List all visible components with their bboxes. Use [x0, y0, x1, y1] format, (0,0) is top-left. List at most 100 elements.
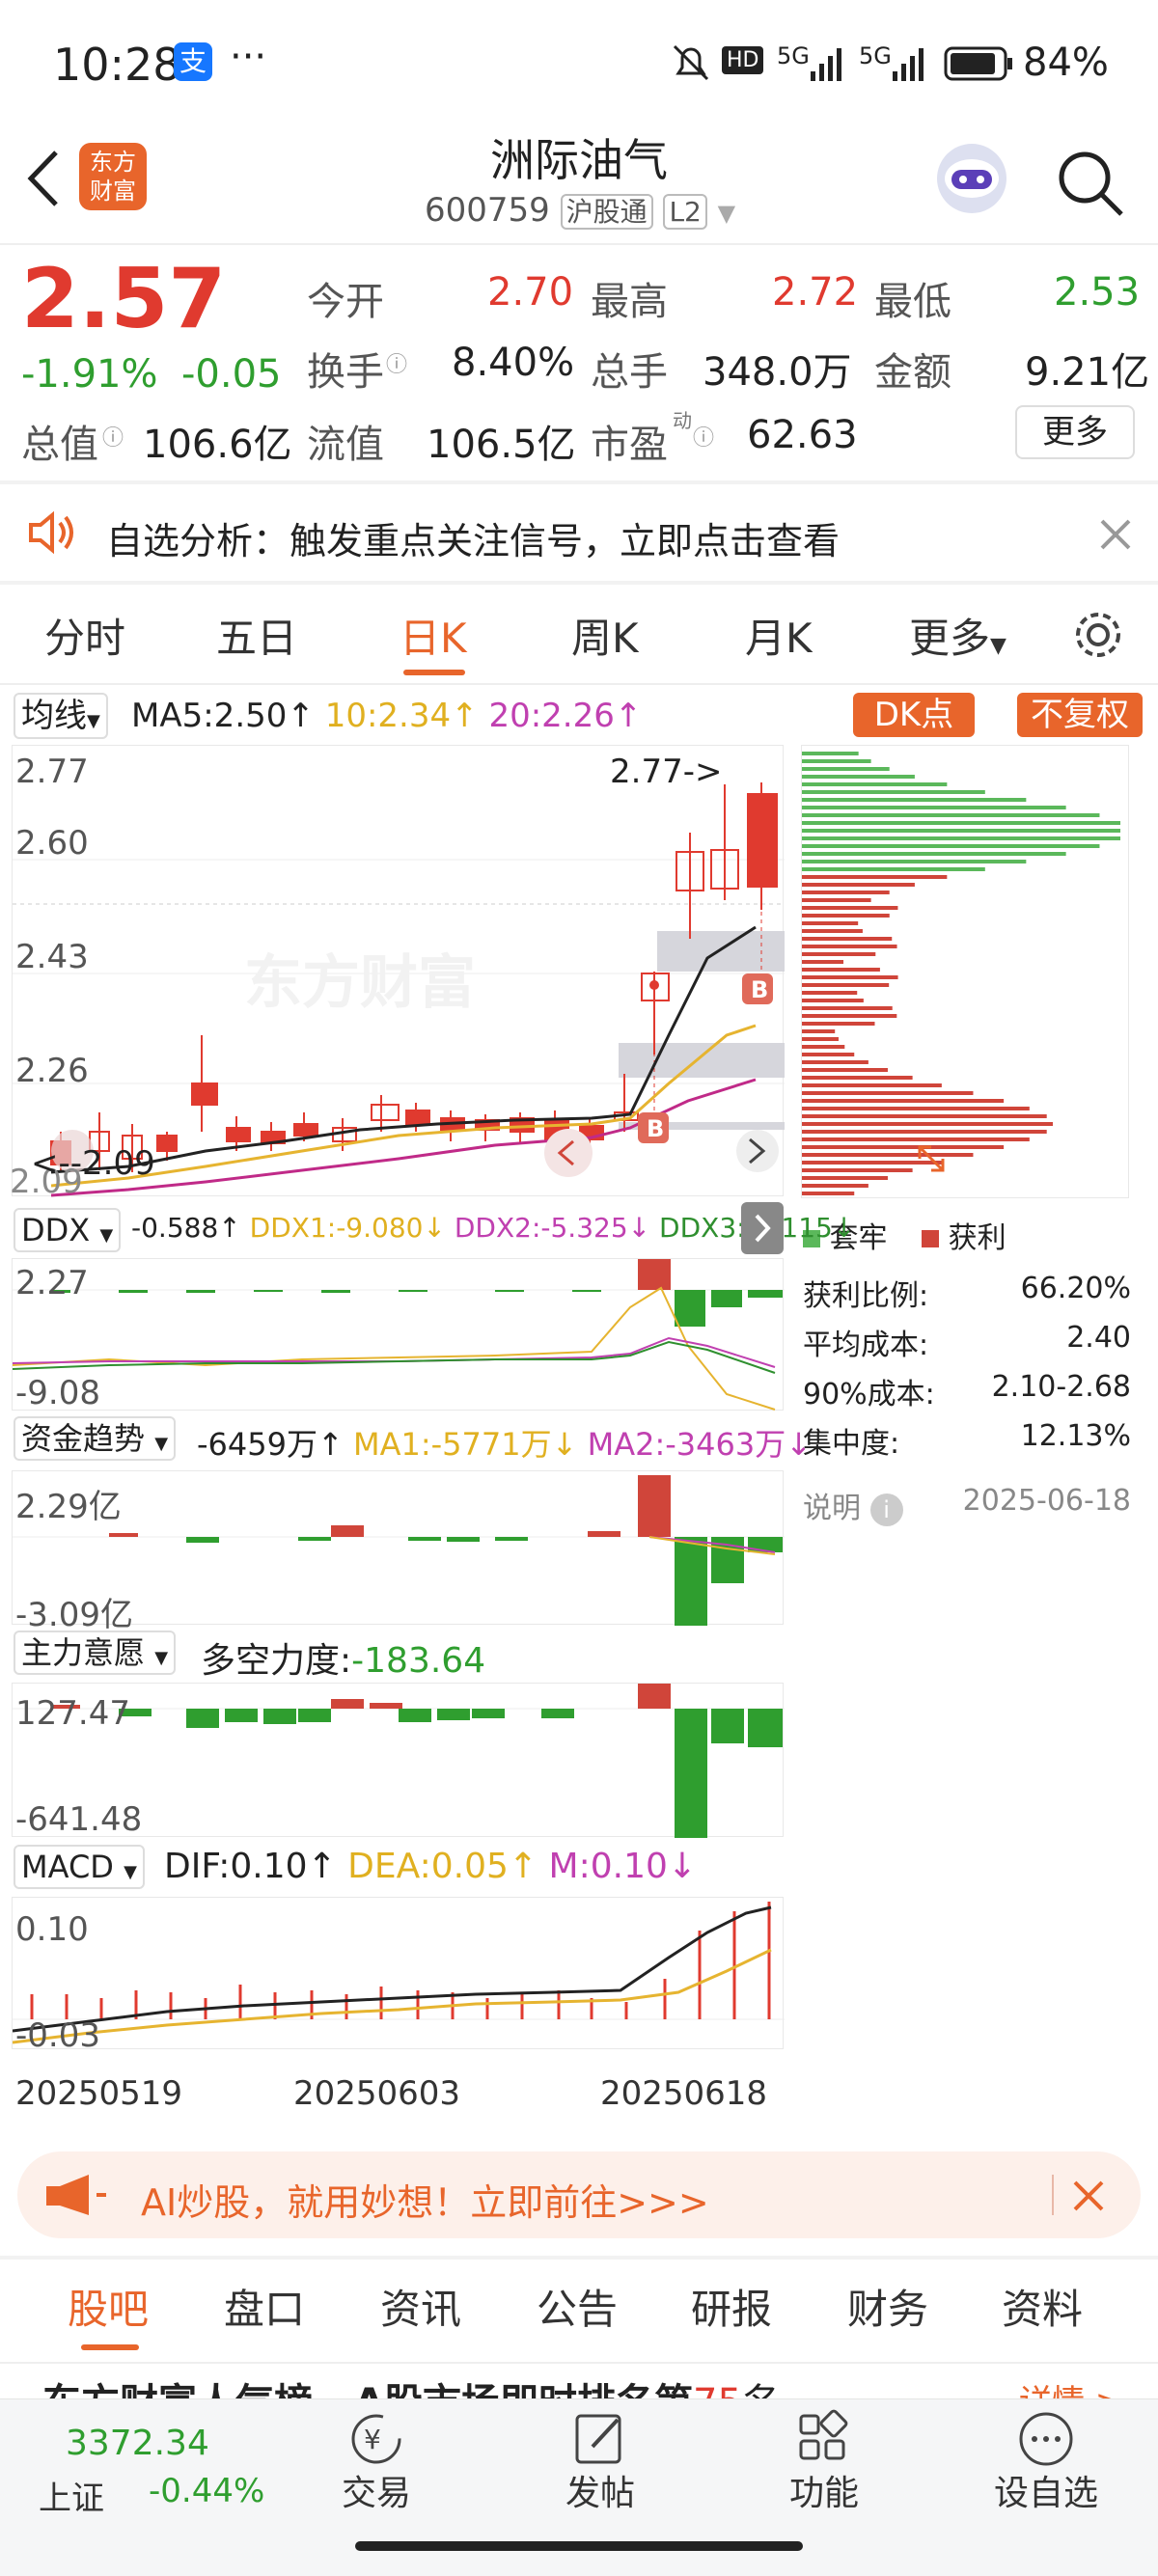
tab-post[interactable]: 发帖: [533, 2465, 668, 2515]
macd-dea: DEA:0.05: [347, 1847, 509, 1886]
main-force-selector[interactable]: 主力意愿 ▼: [14, 1631, 177, 1675]
kline-chart[interactable]: B B 东方财富: [12, 745, 785, 1197]
trade-icon[interactable]: ¥: [345, 2408, 407, 2470]
pe-value: 62.63: [747, 413, 858, 457]
chip-bar: [802, 1037, 839, 1041]
close-icon[interactable]: [1069, 2177, 1108, 2215]
y-label-277: 2.77: [15, 753, 89, 791]
ddx-selector[interactable]: DDX ▼: [14, 1208, 122, 1252]
chip-val: 12.13%: [1020, 1419, 1131, 1453]
index-name[interactable]: 上证: [39, 2472, 104, 2519]
y-label-243: 2.43: [15, 938, 89, 976]
expand-right-button[interactable]: [741, 1202, 784, 1254]
fund-selector[interactable]: 资金趋势 ▼: [14, 1416, 177, 1461]
chip-bar: [802, 860, 1027, 863]
battery-level: 84%: [1023, 41, 1109, 85]
megaphone-icon: [46, 2175, 106, 2215]
tab-daily-k[interactable]: 日K: [400, 606, 467, 665]
chip-bar: [802, 852, 1066, 856]
tab-finance[interactable]: 财务: [847, 2277, 928, 2336]
tab-news[interactable]: 资讯: [380, 2277, 461, 2336]
fund-top: 2.29亿: [15, 1488, 122, 1526]
chip-row: 集中度: 12.13%: [803, 1419, 1131, 1468]
function-grid-icon[interactable]: [793, 2408, 855, 2470]
macd-selector[interactable]: MACD ▼: [14, 1845, 145, 1889]
chevron-down-icon: ▼: [154, 1434, 169, 1454]
chip-bar: [802, 821, 1120, 825]
ma-selector[interactable]: 均线▼: [14, 693, 108, 739]
index-change[interactable]: -0.44%: [149, 2472, 264, 2510]
signal-icon: [811, 48, 841, 81]
tab-more[interactable]: 更多▼: [909, 606, 1006, 665]
chip-bar: [802, 1053, 855, 1056]
tab-trade[interactable]: 交易: [309, 2465, 444, 2515]
main-top: 127.47: [15, 1694, 130, 1733]
float-label: 流值: [307, 423, 384, 467]
chip-bar: [802, 1114, 1047, 1118]
ddx-chart[interactable]: [12, 1258, 785, 1411]
macd-chart[interactable]: [12, 1897, 785, 2049]
tab-research[interactable]: 研报: [691, 2277, 772, 2336]
more-button[interactable]: 更多: [1015, 405, 1135, 459]
settings-gear-icon[interactable]: [1071, 608, 1125, 662]
ddx-svg: [12, 1259, 785, 1411]
chip-key: 获利比例:: [803, 1279, 929, 1313]
index-value[interactable]: 3372.34: [66, 2424, 209, 2463]
dk-point-button[interactable]: DK点: [853, 693, 975, 737]
no-adjust-button[interactable]: 不复权: [1017, 693, 1143, 737]
info-icon-2[interactable]: ⓘ: [102, 421, 124, 452]
notice-text[interactable]: 自选分析：触发重点关注信号，立即点击查看: [106, 511, 840, 564]
info-icon[interactable]: ⓘ: [386, 347, 407, 378]
tab-monthly-k[interactable]: 月K: [745, 606, 813, 665]
chip-bar: [802, 1099, 1005, 1103]
tab-guba[interactable]: 股吧: [68, 2277, 149, 2336]
assistant-robot-icon[interactable]: [928, 135, 1015, 222]
tab-add-watchlist[interactable]: 设自选: [979, 2465, 1114, 2515]
ddx-selector-label: DDX: [21, 1212, 91, 1248]
stock-code-row[interactable]: 600759 沪股通 L2 ▼: [425, 191, 735, 230]
search-icon[interactable]: [1052, 145, 1129, 222]
level-badge: L2: [663, 194, 707, 230]
tab-weekly-k[interactable]: 周K: [571, 606, 639, 665]
tab-5day[interactable]: 五日: [216, 606, 297, 665]
ddx-bottom: -9.08: [15, 1374, 100, 1412]
tab-intraday[interactable]: 分时: [44, 606, 125, 665]
tab-function[interactable]: 功能: [757, 2465, 892, 2515]
tab-active-indicator: [81, 2344, 139, 2350]
high-label: 最高: [591, 280, 668, 324]
peek-more[interactable]: 详情 >: [1019, 2375, 1122, 2398]
home-indicator: [355, 2541, 803, 2551]
post-edit-icon[interactable]: [569, 2408, 631, 2470]
arrow-up-icon: ↑: [287, 697, 315, 735]
chip-bar: [802, 968, 880, 972]
y-label-260: 2.60: [15, 824, 89, 863]
info-icon-3[interactable]: ⓘ: [693, 421, 714, 452]
tab-announcements[interactable]: 公告: [537, 2277, 618, 2336]
chip-bar: [802, 1192, 855, 1195]
alipay-icon: 支: [174, 42, 212, 81]
expand-icon[interactable]: [912, 1139, 951, 1178]
popularity-peek: 东方财富人气榜 · A股市场即时排名第75名: [42, 2375, 1123, 2398]
chip-bar: [802, 813, 1100, 817]
chip-distribution[interactable]: [801, 745, 1129, 1198]
ai-ad-banner[interactable]: AI炒股，就用妙想！立即前往>>>: [17, 2151, 1141, 2238]
amount-label: 金额: [874, 350, 951, 395]
tab-pankou[interactable]: 盘口: [224, 2277, 305, 2336]
chip-key: 集中度:: [803, 1427, 900, 1461]
close-icon[interactable]: [1098, 517, 1133, 552]
chip-bar: [802, 1076, 913, 1080]
market-badge: 沪股通: [560, 194, 653, 230]
chip-bar: [802, 1130, 1047, 1134]
chip-bar: [802, 945, 897, 948]
chart-left-arrow[interactable]: [544, 1129, 593, 1177]
fund-selector-label: 资金趋势: [21, 1420, 146, 1457]
signal-icon-2: [893, 48, 924, 81]
low-value: 2.53: [1054, 270, 1141, 315]
chip-bar: [802, 798, 1027, 802]
mcap-value: 106.6亿: [143, 423, 292, 467]
add-watchlist-icon[interactable]: [1015, 2408, 1077, 2470]
date-label-3: 20250618: [600, 2074, 768, 2113]
profit-swatch: [922, 1230, 940, 1247]
tab-profile[interactable]: 资料: [1002, 2277, 1083, 2336]
chip-note[interactable]: 说明 i: [803, 1484, 903, 1526]
